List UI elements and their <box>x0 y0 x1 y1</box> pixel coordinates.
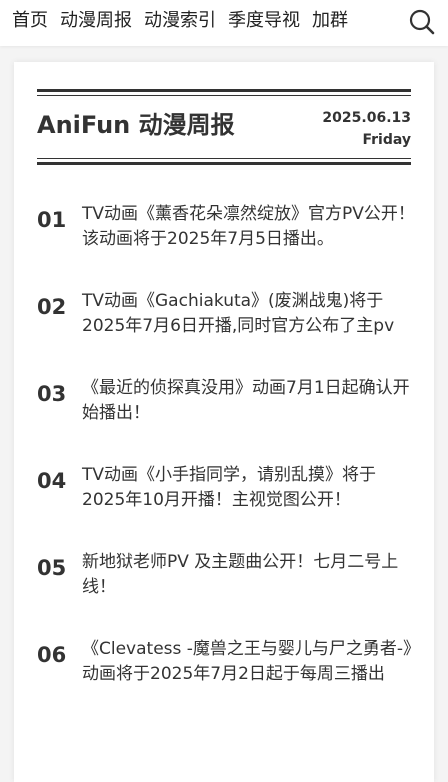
news-headline[interactable]: 《Clevatess -魔兽之王与婴儿与尸之勇者-》动画将于2025年7月2日起… <box>82 637 417 687</box>
news-headline[interactable]: TV动画《小手指同学，请别乱摸》将于2025年10月开播！主视觉图公开！ <box>82 463 417 513</box>
page-title: AniFun 动漫周报 <box>37 111 235 139</box>
news-item[interactable]: 05 新地狱老师PV 及主题曲公开！七月二号上线！ <box>37 546 417 633</box>
news-headline[interactable]: 新地狱老师PV 及主题曲公开！七月二号上线！ <box>82 550 417 600</box>
top-navigation-bar: 首页 动漫周报 动漫索引 季度导视 加群 <box>0 0 448 46</box>
weekly-report-card: AniFun 动漫周报 2025.06.13 Friday 01 TV动画《薰香… <box>14 62 434 782</box>
news-number: 04 <box>37 469 67 493</box>
masthead-bottom-rule-thin <box>37 158 411 159</box>
search-button[interactable] <box>408 8 436 36</box>
news-headline[interactable]: 《最近的侦探真没用》动画7月1日起确认开始播出！ <box>82 376 417 426</box>
nav-item-season-guide[interactable]: 季度导视 <box>228 9 300 33</box>
nav-item-join-group[interactable]: 加群 <box>312 9 348 33</box>
news-headline[interactable]: TV动画《薰香花朵凛然绽放》官方PV公开！该动画将于2025年7月5日播出。 <box>82 202 417 252</box>
issue-date: 2025.06.13 <box>322 110 411 126</box>
news-item[interactable]: 03 《最近的侦探真没用》动画7月1日起确认开始播出！ <box>37 372 417 459</box>
issue-weekday: Friday <box>362 132 411 148</box>
news-number: 03 <box>37 382 67 406</box>
news-item[interactable]: 04 TV动画《小手指同学，请别乱摸》将于2025年10月开播！主视觉图公开！ <box>37 459 417 546</box>
news-number: 02 <box>37 295 67 319</box>
news-item[interactable]: 01 TV动画《薰香花朵凛然绽放》官方PV公开！该动画将于2025年7月5日播出… <box>37 198 417 285</box>
nav-item-index[interactable]: 动漫索引 <box>144 9 216 33</box>
masthead-top-rule-thin <box>37 95 411 96</box>
masthead-top-rule <box>37 89 411 92</box>
news-number: 01 <box>37 208 67 232</box>
news-list: 01 TV动画《薰香花朵凛然绽放》官方PV公开！该动画将于2025年7月5日播出… <box>37 198 417 720</box>
news-number: 05 <box>37 556 67 580</box>
masthead-bottom-rule <box>37 162 411 165</box>
nav-item-weekly[interactable]: 动漫周报 <box>60 9 132 33</box>
nav-item-home[interactable]: 首页 <box>12 9 48 33</box>
news-number: 06 <box>37 643 67 667</box>
masthead: AniFun 动漫周报 2025.06.13 Friday <box>37 89 411 165</box>
news-headline[interactable]: TV动画《Gachiakuta》(废渊战鬼)将于2025年7月6日开播,同时官方… <box>82 289 417 339</box>
news-item[interactable]: 06 《Clevatess -魔兽之王与婴儿与尸之勇者-》动画将于2025年7月… <box>37 633 417 720</box>
issue-date-block: 2025.06.13 Friday <box>322 107 411 151</box>
nav-menu: 首页 动漫周报 动漫索引 季度导视 加群 <box>12 9 348 33</box>
news-item[interactable]: 02 TV动画《Gachiakuta》(废渊战鬼)将于2025年7月6日开播,同… <box>37 285 417 372</box>
search-icon <box>409 9 435 35</box>
